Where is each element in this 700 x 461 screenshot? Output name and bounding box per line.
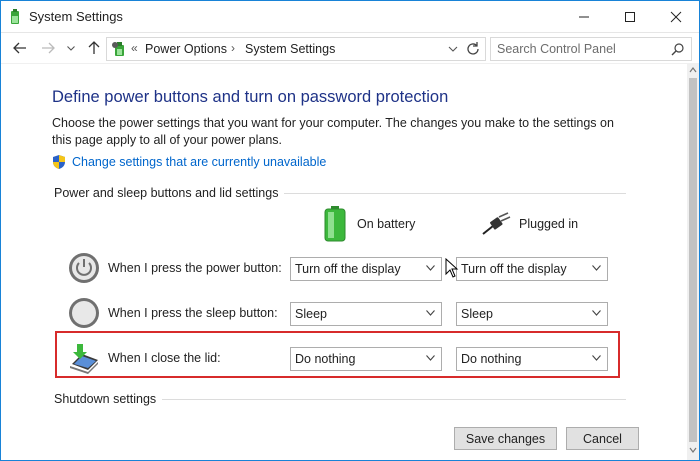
- control-panel-icon: [11, 9, 19, 24]
- chevron-down-icon[interactable]: [447, 42, 459, 56]
- change-settings-link[interactable]: Change settings that are currently unava…: [52, 154, 326, 170]
- power-button-battery-select[interactable]: Turn off the display: [290, 257, 442, 281]
- arrow-right-icon: [42, 42, 55, 54]
- title-bar: System Settings: [1, 1, 699, 33]
- section-heading-shutdown: Shutdown settings: [54, 392, 163, 406]
- section-heading-power: Power and sleep buttons and lid settings: [54, 186, 285, 200]
- column-header-battery: On battery: [323, 206, 415, 242]
- setting-row-sleep-button: When I press the sleep button: Sleep Sle…: [61, 294, 621, 332]
- battery-icon: [324, 206, 346, 242]
- search-input[interactable]: Search Control Panel: [490, 37, 692, 61]
- page-title: Define power buttons and turn on passwor…: [52, 88, 449, 106]
- back-button[interactable]: [11, 40, 29, 56]
- column-header-plugged: Plugged in: [481, 212, 578, 236]
- select-value: Sleep: [461, 307, 493, 321]
- vertical-scrollbar[interactable]: [687, 64, 699, 460]
- chevron-down-icon: [592, 310, 601, 316]
- main-content: Define power buttons and turn on passwor…: [1, 64, 687, 460]
- sleep-button-icon: [69, 298, 99, 328]
- sleep-button-plugged-select[interactable]: Sleep: [456, 302, 608, 326]
- arrow-left-icon: [13, 42, 26, 54]
- sleep-button-battery-select[interactable]: Sleep: [290, 302, 442, 326]
- section-divider: [161, 399, 626, 400]
- minimize-icon: [579, 16, 589, 17]
- power-button-plugged-select[interactable]: Turn off the display: [456, 257, 608, 281]
- close-icon: [670, 11, 682, 22]
- forward-button[interactable]: [39, 40, 57, 56]
- up-button[interactable]: [85, 40, 103, 56]
- column-label-battery: On battery: [357, 217, 416, 231]
- window-title: System Settings: [29, 9, 123, 24]
- chevron-down-icon: [426, 265, 435, 271]
- change-settings-link-text[interactable]: Change settings that are currently unava…: [72, 155, 326, 169]
- refresh-icon[interactable]: [465, 41, 481, 57]
- arrow-up-icon: [88, 41, 100, 54]
- recent-locations-button[interactable]: [65, 40, 77, 56]
- breadcrumb-power-options[interactable]: Power Options: [145, 42, 227, 56]
- section-divider: [276, 193, 626, 194]
- cancel-button[interactable]: Cancel: [566, 427, 639, 450]
- power-button-icon: [69, 253, 99, 283]
- scrollbar-thumb[interactable]: [689, 78, 697, 442]
- save-changes-button[interactable]: Save changes: [454, 427, 557, 450]
- maximize-icon: [625, 11, 635, 22]
- page-description: Choose the power settings that you want …: [52, 116, 614, 147]
- search-icon: [671, 43, 684, 56]
- row-label-power-button: When I press the power button:: [108, 261, 282, 275]
- select-value: Turn off the display: [461, 262, 567, 276]
- scroll-up-icon[interactable]: [689, 66, 697, 74]
- control-panel-icon: [112, 42, 124, 56]
- chevron-down-icon: [67, 45, 75, 51]
- navigation-bar: « Power Options › System Settings Search…: [1, 33, 699, 64]
- plug-icon: [482, 212, 511, 235]
- chevron-down-icon: [426, 310, 435, 316]
- search-placeholder: Search Control Panel: [497, 42, 616, 56]
- scroll-down-icon[interactable]: [689, 446, 697, 454]
- minimize-button[interactable]: [561, 1, 607, 32]
- address-bar[interactable]: « Power Options › System Settings: [106, 37, 486, 61]
- uac-shield-icon: [53, 155, 65, 169]
- close-button[interactable]: [653, 1, 699, 32]
- breadcrumb-overflow[interactable]: «: [131, 41, 138, 55]
- setting-row-power-button: When I press the power button: Turn off …: [61, 249, 621, 287]
- breadcrumb-system-settings[interactable]: System Settings: [245, 42, 335, 56]
- mouse-cursor-icon: [445, 258, 459, 278]
- breadcrumb-separator[interactable]: ›: [231, 41, 235, 55]
- select-value: Turn off the display: [295, 262, 401, 276]
- highlight-box: [55, 331, 620, 378]
- select-value: Sleep: [295, 307, 327, 321]
- maximize-button[interactable]: [607, 1, 653, 32]
- chevron-down-icon: [592, 265, 601, 271]
- column-label-plugged: Plugged in: [519, 217, 579, 231]
- row-label-sleep-button: When I press the sleep button:: [108, 306, 278, 320]
- window: System Settings « Power Options › System…: [0, 0, 700, 461]
